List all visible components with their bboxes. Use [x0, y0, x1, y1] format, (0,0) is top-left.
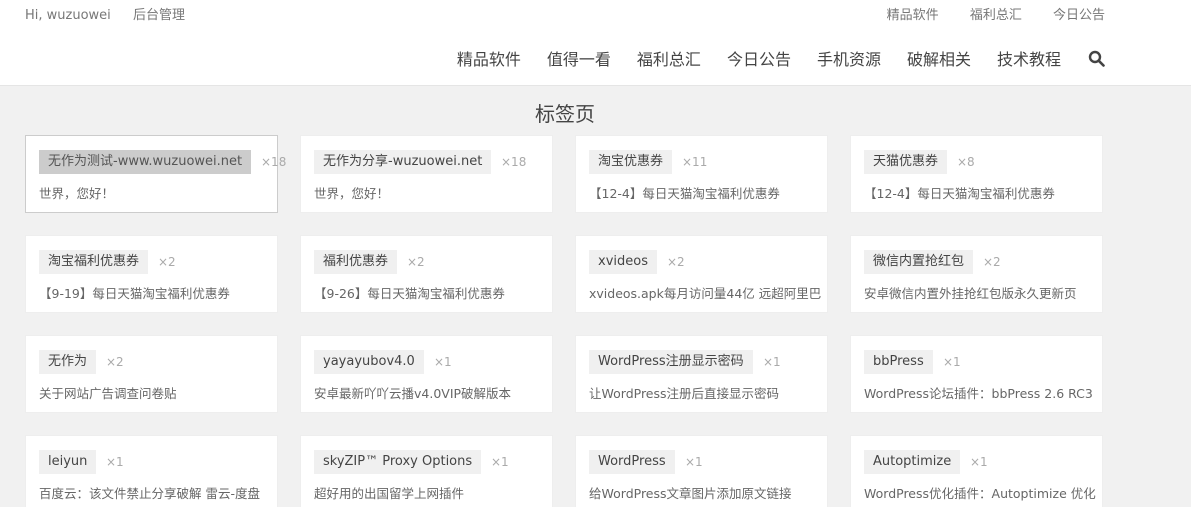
tag-description[interactable]: 关于网站广告调查问卷贴 [39, 383, 274, 402]
tag-count: ×1 [106, 455, 124, 469]
tag-label[interactable]: WordPress注册显示密码 [589, 350, 753, 374]
tag-description[interactable]: 给WordPress文章图片添加原文链接 [589, 483, 824, 502]
tag-count: ×11 [682, 155, 708, 169]
tag-card[interactable]: 无作为测试-www.wuzuowei.net ×18 世界，您好！ [25, 135, 286, 213]
greeting-link[interactable]: Hi, wuzuowei [25, 8, 111, 23]
tag-label[interactable]: 淘宝优惠券 [589, 150, 673, 174]
tag-label[interactable]: 无作为 [39, 350, 97, 374]
tag-card[interactable]: skyZIP™ Proxy Options ×1 超好用的出国留学上网插件 [300, 435, 553, 507]
nav-item-announcement[interactable]: 今日公告 [727, 46, 791, 70]
tag-card[interactable]: WordPress注册显示密码 ×1 让WordPress注册后直接显示密码 [575, 335, 828, 413]
tag-count: ×8 [957, 155, 975, 169]
top-link-announcement[interactable]: 今日公告 [1053, 8, 1105, 23]
tag-description[interactable]: 安卓最新吖吖云播v4.0VIP破解版本 [314, 383, 549, 402]
tag-card[interactable]: 微信内置抢红包 ×2 安卓微信内置外挂抢红包版永久更新页 [850, 235, 1103, 313]
tag-label[interactable]: 微信内置抢红包 [864, 250, 974, 274]
nav-item-welfare[interactable]: 福利总汇 [637, 46, 701, 70]
tag-count: ×1 [763, 355, 781, 369]
tag-card[interactable]: 淘宝福利优惠券 ×2 【9-19】每日天猫淘宝福利优惠券 [25, 235, 278, 313]
tag-count: ×1 [491, 455, 509, 469]
tag-card[interactable]: xvideos ×2 xvideos.apk每月访问量44亿 远超阿里巴 [575, 235, 828, 313]
tag-label[interactable]: leiyun [39, 450, 97, 474]
tag-description[interactable]: WordPress优化插件：Autoptimize 优化 [864, 483, 1099, 502]
tag-label[interactable]: 无作为分享-wuzuowei.net [314, 150, 492, 174]
site-header: Hi, wuzuowei 后台管理 精品软件 福利总汇 今日公告 精品软件 值得… [0, 0, 1191, 86]
tag-label[interactable]: xvideos [589, 250, 657, 274]
tag-card[interactable]: Autoptimize ×1 WordPress优化插件：Autoptimize… [850, 435, 1103, 507]
tag-description[interactable]: 让WordPress注册后直接显示密码 [589, 383, 824, 402]
tag-count: ×2 [667, 255, 685, 269]
nav-item-crack[interactable]: 破解相关 [907, 46, 971, 70]
tag-count: ×1 [434, 355, 452, 369]
nav-item-software[interactable]: 精品软件 [457, 46, 521, 70]
tag-card[interactable]: leiyun ×1 百度云：该文件禁止分享破解 雷云-度盘 [25, 435, 278, 507]
tag-description[interactable]: 【9-19】每日天猫淘宝福利优惠券 [39, 283, 274, 302]
tag-label[interactable]: yayayubov4.0 [314, 350, 424, 374]
tag-label[interactable]: Autoptimize [864, 450, 961, 474]
top-link-welfare[interactable]: 福利总汇 [970, 8, 1022, 23]
tag-label[interactable]: bbPress [864, 350, 933, 374]
admin-link[interactable]: 后台管理 [133, 8, 185, 23]
nav-item-mobile[interactable]: 手机资源 [817, 46, 881, 70]
tag-description[interactable]: 百度云：该文件禁止分享破解 雷云-度盘 [39, 483, 274, 502]
tag-card[interactable]: bbPress ×1 WordPress论坛插件：bbPress 2.6 RC3 [850, 335, 1103, 413]
tag-label[interactable]: 天猫优惠券 [864, 150, 948, 174]
tag-description[interactable]: xvideos.apk每月访问量44亿 远超阿里巴 [589, 283, 824, 302]
tag-description[interactable]: 安卓微信内置外挂抢红包版永久更新页 [864, 283, 1099, 302]
tag-label[interactable]: 福利优惠券 [314, 250, 398, 274]
tag-description[interactable]: 世界，您好！ [39, 183, 274, 202]
page-title: 标签页 [535, 102, 595, 126]
tag-count: ×1 [685, 455, 703, 469]
tag-description[interactable]: 【12-4】每日天猫淘宝福利优惠券 [864, 183, 1099, 202]
tag-card[interactable]: yayayubov4.0 ×1 安卓最新吖吖云播v4.0VIP破解版本 [300, 335, 553, 413]
tag-card[interactable]: 无作为 ×2 关于网站广告调查问卷贴 [25, 335, 278, 413]
nav-item-worth-seeing[interactable]: 值得一看 [547, 46, 611, 70]
tag-label[interactable]: WordPress [589, 450, 675, 474]
tag-label[interactable]: 淘宝福利优惠券 [39, 250, 149, 274]
nav-item-tutorial[interactable]: 技术教程 [997, 46, 1061, 70]
tag-description[interactable]: WordPress论坛插件：bbPress 2.6 RC3 [864, 383, 1099, 402]
tag-card[interactable]: 无作为分享-wuzuowei.net ×18 世界，您好！ [300, 135, 553, 213]
tag-card[interactable]: 天猫优惠券 ×8 【12-4】每日天猫淘宝福利优惠券 [850, 135, 1103, 213]
tag-card[interactable]: WordPress ×1 给WordPress文章图片添加原文链接 [575, 435, 828, 507]
tag-count: ×2 [158, 255, 176, 269]
search-icon[interactable] [1088, 50, 1105, 67]
tag-count: ×1 [943, 355, 961, 369]
tag-count: ×18 [501, 155, 527, 169]
tag-count: ×2 [106, 355, 124, 369]
user-bar: Hi, wuzuowei 后台管理 [25, 4, 203, 23]
top-links: 精品软件 福利总汇 今日公告 [860, 4, 1105, 23]
tag-count: ×2 [407, 255, 425, 269]
top-link-software[interactable]: 精品软件 [887, 8, 939, 23]
tag-count: ×2 [983, 255, 1001, 269]
tag-count: ×1 [970, 455, 988, 469]
main-nav: 精品软件 值得一看 福利总汇 今日公告 手机资源 破解相关 技术教程 [431, 46, 1105, 70]
tag-label[interactable]: 无作为测试-www.wuzuowei.net [39, 150, 252, 174]
tag-description[interactable]: 超好用的出国留学上网插件 [314, 483, 549, 502]
tag-label[interactable]: skyZIP™ Proxy Options [314, 450, 482, 474]
tag-description[interactable]: 【9-26】每日天猫淘宝福利优惠券 [314, 283, 549, 302]
tag-card[interactable]: 淘宝优惠券 ×11 【12-4】每日天猫淘宝福利优惠券 [575, 135, 828, 213]
tag-description[interactable]: 世界，您好！ [314, 183, 549, 202]
tag-description[interactable]: 【12-4】每日天猫淘宝福利优惠券 [589, 183, 824, 202]
tag-card[interactable]: 福利优惠券 ×2 【9-26】每日天猫淘宝福利优惠券 [300, 235, 553, 313]
tag-count: ×18 [261, 155, 287, 169]
